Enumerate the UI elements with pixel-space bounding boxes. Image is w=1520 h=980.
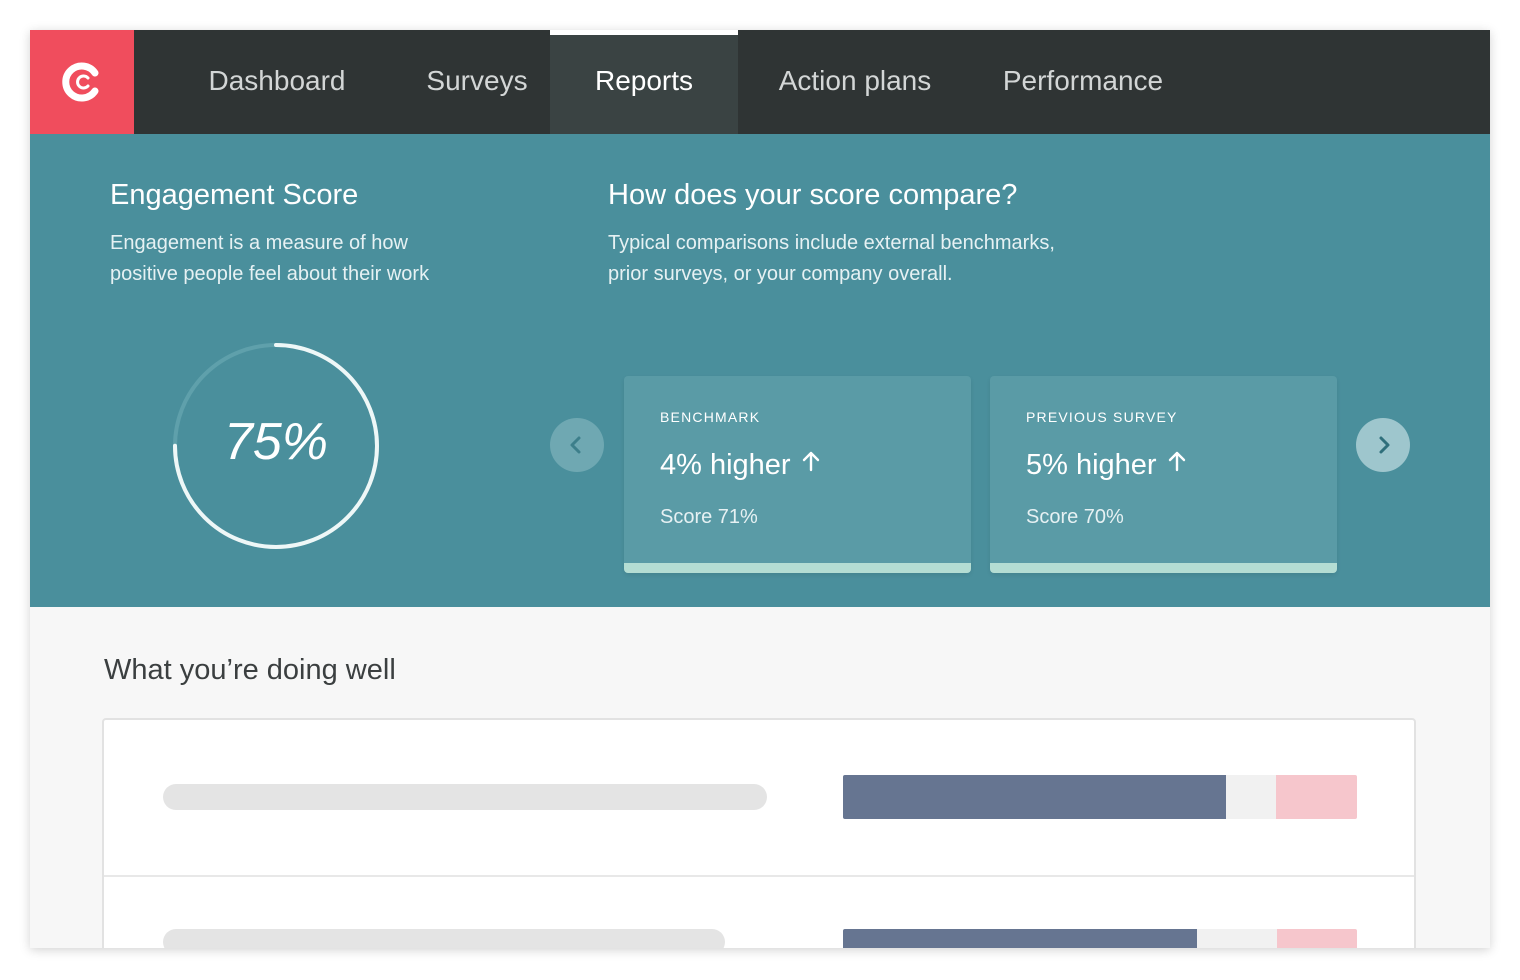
up-arrow-icon bbox=[801, 447, 821, 480]
card-value: 5% higher bbox=[1026, 449, 1187, 482]
compare-description-line: prior surveys, or your company overall. bbox=[608, 263, 953, 285]
compare-description: Typical comparisons include external ben… bbox=[608, 228, 1055, 290]
card-accent-bar bbox=[624, 563, 971, 573]
tab-performance[interactable]: Performance bbox=[990, 30, 1176, 134]
negative-segment bbox=[1275, 775, 1357, 819]
row-score-bar bbox=[843, 929, 1357, 948]
positive-segment bbox=[843, 929, 1197, 948]
card-value-text: 4% higher bbox=[660, 449, 791, 481]
carousel-next-button[interactable] bbox=[1356, 418, 1410, 472]
app-window: Dashboard Surveys Reports Action plans P… bbox=[30, 30, 1490, 948]
benchmark-card: BENCHMARK 4% higher Score 71% bbox=[624, 376, 971, 573]
engagement-description-line: Engagement is a measure of how bbox=[110, 232, 408, 254]
card-label: PREVIOUS SURVEY bbox=[1026, 409, 1178, 425]
carousel-prev-button[interactable] bbox=[550, 418, 604, 472]
compare-description-line: Typical comparisons include external ben… bbox=[608, 232, 1055, 254]
tab-dashboard[interactable]: Dashboard bbox=[187, 30, 367, 134]
negative-segment bbox=[1276, 929, 1357, 948]
tab-surveys[interactable]: Surveys bbox=[407, 30, 547, 134]
chevron-right-icon bbox=[1379, 436, 1390, 454]
row-divider bbox=[104, 875, 1414, 877]
row-label-placeholder bbox=[163, 784, 767, 810]
neutral-segment bbox=[1225, 775, 1276, 819]
card-value-text: 5% higher bbox=[1026, 449, 1157, 481]
engagement-description: Engagement is a measure of how positive … bbox=[110, 228, 429, 290]
up-arrow-icon bbox=[1167, 447, 1187, 480]
card-score: Score 71% bbox=[660, 506, 758, 528]
tab-reports[interactable]: Reports bbox=[550, 30, 738, 134]
card-label: BENCHMARK bbox=[660, 409, 761, 425]
tab-action-plans[interactable]: Action plans bbox=[760, 30, 950, 134]
positive-segment bbox=[843, 775, 1226, 819]
doing-well-title: What you’re doing well bbox=[104, 654, 396, 686]
compare-title: How does your score compare? bbox=[608, 179, 1018, 211]
engagement-description-line: positive people feel about their work bbox=[110, 263, 430, 285]
card-score: Score 70% bbox=[1026, 506, 1124, 528]
card-accent-bar bbox=[990, 563, 1337, 573]
engagement-score-value: 75% bbox=[223, 413, 329, 471]
neutral-segment bbox=[1196, 929, 1277, 948]
logo-icon[interactable] bbox=[30, 30, 134, 134]
card-value: 4% higher bbox=[660, 449, 821, 482]
previous-survey-card: PREVIOUS SURVEY 5% higher Score 70% bbox=[990, 376, 1337, 573]
engagement-title: Engagement Score bbox=[110, 179, 359, 211]
chevron-left-icon bbox=[570, 436, 581, 454]
doing-well-panel bbox=[102, 718, 1416, 948]
row-label-placeholder bbox=[163, 929, 725, 948]
row-score-bar bbox=[843, 775, 1357, 819]
top-nav: Dashboard Surveys Reports Action plans P… bbox=[30, 30, 1490, 134]
engagement-hero: Engagement Score Engagement is a measure… bbox=[30, 134, 1490, 607]
